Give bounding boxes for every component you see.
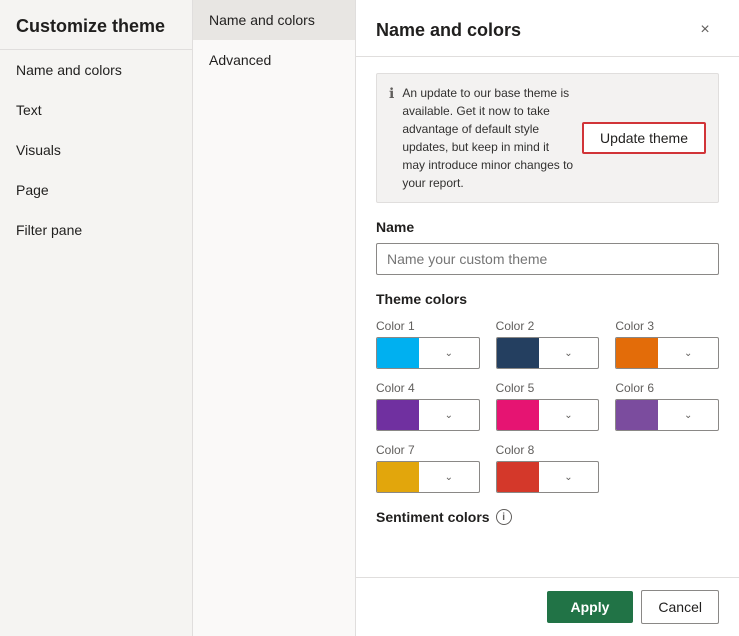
chevron-down-icon: ⌄	[539, 472, 599, 483]
close-button[interactable]: ×	[691, 16, 719, 44]
chevron-down-icon: ⌄	[539, 410, 599, 421]
sentiment-label-text: Sentiment colors	[376, 509, 490, 525]
color-4-swatch	[377, 400, 419, 430]
color-8-swatch	[497, 462, 539, 492]
color-2-dropdown[interactable]: ⌄	[496, 337, 600, 369]
middle-nav-name-colors[interactable]: Name and colors	[193, 0, 355, 40]
theme-colors-label: Theme colors	[376, 291, 719, 307]
chevron-down-icon: ⌄	[419, 348, 479, 359]
main-body: ℹ An update to our base theme is availab…	[356, 57, 739, 577]
color-6-dropdown[interactable]: ⌄	[615, 399, 719, 431]
sidebar-item-filter-pane[interactable]: Filter pane	[0, 210, 192, 250]
chevron-down-icon: ⌄	[658, 410, 718, 421]
theme-name-input[interactable]	[376, 243, 719, 275]
sidebar-title: Customize theme	[0, 0, 192, 50]
sidebar-item-visuals[interactable]: Visuals	[0, 130, 192, 170]
color-7-dropdown[interactable]: ⌄	[376, 461, 480, 493]
info-text: An update to our base theme is available…	[402, 84, 574, 192]
apply-button[interactable]: Apply	[547, 591, 634, 623]
color-item-5: Color 5 ⌄	[496, 381, 600, 431]
color-item-2: Color 2 ⌄	[496, 319, 600, 369]
color-item-8: Color 8 ⌄	[496, 443, 600, 493]
color-item-7: Color 7 ⌄	[376, 443, 480, 493]
cancel-button[interactable]: Cancel	[641, 590, 719, 624]
color-5-dropdown[interactable]: ⌄	[496, 399, 600, 431]
name-label: Name	[376, 219, 719, 235]
main-header: Name and colors ×	[356, 0, 739, 57]
color-7-swatch	[377, 462, 419, 492]
sentiment-info-icon: i	[496, 509, 512, 525]
color-2-label: Color 2	[496, 319, 600, 333]
color-item-4: Color 4 ⌄	[376, 381, 480, 431]
color-item-1: Color 1 ⌄	[376, 319, 480, 369]
color-6-swatch	[616, 400, 658, 430]
color-8-dropdown[interactable]: ⌄	[496, 461, 600, 493]
color-6-label: Color 6	[615, 381, 719, 395]
color-item-3: Color 3 ⌄	[615, 319, 719, 369]
color-5-swatch	[497, 400, 539, 430]
sidebar-item-text[interactable]: Text	[0, 90, 192, 130]
color-3-label: Color 3	[615, 319, 719, 333]
color-3-swatch	[616, 338, 658, 368]
chevron-down-icon: ⌄	[419, 472, 479, 483]
middle-nav-advanced[interactable]: Advanced	[193, 40, 355, 80]
color-8-label: Color 8	[496, 443, 600, 457]
info-icon: ℹ	[389, 85, 394, 102]
colors-grid: Color 1 ⌄ Color 2 ⌄ Color 3 ⌄	[376, 319, 719, 493]
color-2-swatch	[497, 338, 539, 368]
color-4-label: Color 4	[376, 381, 480, 395]
left-sidebar: Customize theme Name and colors Text Vis…	[0, 0, 193, 636]
color-1-label: Color 1	[376, 319, 480, 333]
color-5-label: Color 5	[496, 381, 600, 395]
color-item-6: Color 6 ⌄	[615, 381, 719, 431]
middle-panel: Name and colors Advanced	[193, 0, 356, 636]
chevron-down-icon: ⌄	[539, 348, 599, 359]
chevron-down-icon: ⌄	[658, 348, 718, 359]
color-4-dropdown[interactable]: ⌄	[376, 399, 480, 431]
color-3-dropdown[interactable]: ⌄	[615, 337, 719, 369]
sidebar-item-name-colors[interactable]: Name and colors	[0, 50, 192, 90]
main-content: Name and colors × ℹ An update to our bas…	[356, 0, 739, 636]
update-theme-button[interactable]: Update theme	[582, 122, 706, 154]
color-1-swatch	[377, 338, 419, 368]
color-1-dropdown[interactable]: ⌄	[376, 337, 480, 369]
sentiment-label: Sentiment colors i	[376, 509, 719, 525]
main-footer: Apply Cancel	[356, 577, 739, 636]
main-title: Name and colors	[376, 20, 521, 41]
color-7-label: Color 7	[376, 443, 480, 457]
sidebar-item-page[interactable]: Page	[0, 170, 192, 210]
info-banner: ℹ An update to our base theme is availab…	[376, 73, 719, 203]
chevron-down-icon: ⌄	[419, 410, 479, 421]
